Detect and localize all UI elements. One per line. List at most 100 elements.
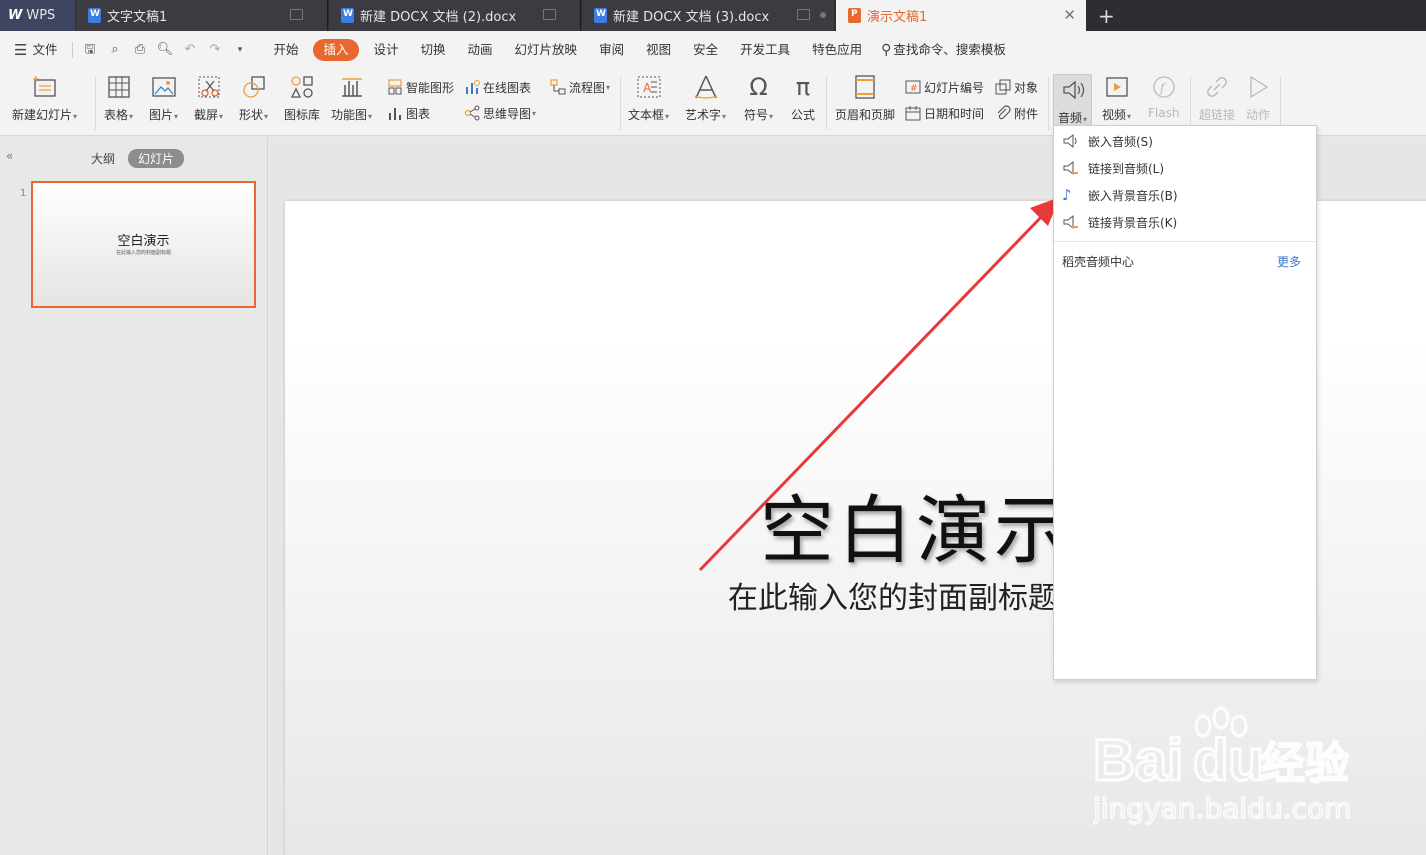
link-audio-label: 链接到音频(L) (1088, 161, 1165, 176)
object-button[interactable]: 对象 (995, 78, 1038, 96)
shape-button[interactable]: 形状▾ (239, 74, 268, 123)
baidu-watermark: Bai du 经验 jingyan.baidu.com (1093, 700, 1413, 830)
audio-button[interactable]: 音频▾ (1053, 74, 1093, 132)
attachment-label: 附件 (1014, 106, 1039, 121)
divider (620, 76, 621, 130)
screenshot-button[interactable]: 截屏▾ (194, 74, 223, 123)
hyperlink-button[interactable]: 超链接 (1199, 74, 1235, 123)
chart-button[interactable]: 图表 (387, 104, 430, 122)
link-icon (1204, 74, 1230, 100)
divider (1190, 76, 1191, 130)
link-bg-music-item[interactable]: 链接背景音乐(K) (1062, 212, 1177, 232)
function-chart-button[interactable]: 功能图▾ (331, 74, 372, 123)
tab-outline[interactable]: 大纲 (91, 150, 115, 167)
wps-home-tab[interactable]: W WPS (0, 0, 75, 31)
customize-toolbar-icon[interactable]: ▾ (231, 43, 248, 57)
picture-button[interactable]: 图片▾ (149, 74, 178, 123)
svg-text:Bai: Bai (1093, 728, 1183, 793)
linked-music-icon (1062, 214, 1080, 230)
menu-animation[interactable]: 动画 (457, 39, 504, 61)
smart-art-button[interactable]: 智能图形 (387, 78, 454, 96)
link-audio-item[interactable]: 链接到音频(L) (1062, 158, 1164, 178)
tab-doc-1[interactable]: 文字文稿1 (76, 0, 328, 31)
menu-view[interactable]: 视图 (635, 39, 682, 61)
file-menu[interactable]: 文件 (27, 39, 68, 61)
date-time-button[interactable]: 日期和时间 (905, 104, 984, 122)
redo-icon[interactable]: ↷ (206, 42, 223, 57)
formula-label: 公式 (790, 108, 815, 122)
tab-presentation-active[interactable]: 演示文稿1 ✕ (836, 0, 1086, 31)
menu-transition[interactable]: 切换 (410, 39, 457, 61)
slide-number-button[interactable]: # 幻灯片编号 (905, 78, 984, 96)
tab-doc-3[interactable]: 新建 DOCX 文档 (3).docx (582, 0, 834, 31)
tab-label: 新建 DOCX 文档 (3).docx (613, 10, 770, 25)
textbox-icon: A (636, 74, 662, 100)
symbol-button[interactable]: Ω 符号▾ (744, 74, 773, 123)
pi-icon: π (795, 73, 811, 101)
date-time-label: 日期和时间 (924, 106, 985, 121)
print-icon[interactable]: ⎙ (131, 42, 148, 57)
menu-features[interactable]: 特色应用 (801, 39, 873, 61)
slide-subtitle[interactable]: 在此输入您的封面副标题 (728, 573, 1058, 617)
shape-label: 形状 (239, 108, 264, 122)
slide-title[interactable]: 空白演示 (760, 471, 1072, 578)
online-chart-icon (464, 79, 480, 95)
menu-home[interactable]: 开始 (262, 39, 309, 61)
embed-audio-label: 嵌入音频(S) (1088, 134, 1153, 149)
wordart-icon (693, 74, 719, 100)
flash-button[interactable]: f Flash (1148, 74, 1179, 120)
menu-design[interactable]: 设计 (363, 39, 410, 61)
baidu-paw-logo: Bai du 经验 jingyan.baidu.com (1093, 706, 1352, 826)
slide-thumbnail[interactable]: 空白演示 在此输入您的封面副标题 (31, 181, 256, 308)
formula-button[interactable]: π 公式 (790, 74, 816, 123)
menu-review[interactable]: 审阅 (588, 39, 635, 61)
flowchart-icon (550, 79, 566, 95)
action-button[interactable]: 动作 (1245, 74, 1271, 123)
table-icon (106, 74, 132, 100)
tab-label: 新建 DOCX 文档 (2).docx (360, 10, 517, 25)
icon-library-icon (289, 74, 315, 100)
slide-number-icon: # (905, 79, 921, 95)
embed-bg-music-item[interactable]: ♪ 嵌入背景音乐(B) (1062, 185, 1178, 205)
scissors-icon (196, 74, 222, 100)
undo-icon[interactable]: ↶ (181, 42, 198, 57)
pin-icon[interactable] (543, 9, 556, 20)
wordart-label: 艺术字 (685, 108, 722, 122)
close-icon[interactable]: ✕ (1063, 6, 1076, 24)
more-link[interactable]: 更多 (1277, 253, 1301, 270)
wps-label: WPS (26, 8, 56, 23)
presentation-doc-icon (848, 8, 861, 23)
pin-icon[interactable] (290, 9, 303, 20)
menu-security[interactable]: 安全 (682, 39, 729, 61)
attachment-button[interactable]: 附件 (995, 104, 1038, 122)
collapse-panel-icon[interactable]: « (6, 149, 13, 163)
function-chart-label: 功能图 (331, 108, 368, 122)
textbox-button[interactable]: A 文本框▾ (628, 74, 669, 123)
embed-audio-item[interactable]: 嵌入音频(S) (1062, 131, 1153, 151)
save-icon[interactable]: 🖫 (81, 42, 98, 57)
action-play-icon (1245, 74, 1271, 100)
search-icon[interactable]: ⚲ (881, 42, 891, 58)
hamburger-icon[interactable]: ☰ (14, 41, 27, 59)
video-button[interactable]: 视频▾ (1102, 74, 1131, 123)
smart-art-icon (387, 79, 403, 95)
menu-insert[interactable]: 插入 (313, 38, 359, 61)
flowchart-button[interactable]: 流程图 ▾ (550, 78, 610, 96)
header-footer-button[interactable]: 页眉和页脚 (835, 74, 895, 123)
command-search[interactable]: 查找命令、搜索模板 (891, 39, 1017, 61)
mind-map-button[interactable]: 思维导图 ▾ (464, 104, 536, 122)
menu-slideshow[interactable]: 幻灯片放映 (504, 39, 589, 61)
svg-text:du: du (1193, 728, 1264, 793)
tab-slides[interactable]: 幻灯片 (128, 149, 185, 168)
table-button[interactable]: 表格▾ (104, 74, 133, 123)
pin-icon[interactable] (797, 9, 810, 20)
new-tab-button[interactable]: + (1098, 0, 1120, 31)
new-slide-button[interactable]: 新建幻灯片▾ (12, 74, 77, 123)
format-painter-icon[interactable]: ⌕ (106, 42, 123, 57)
icon-library-button[interactable]: 图标库 (284, 74, 320, 123)
menu-developer[interactable]: 开发工具 (729, 39, 801, 61)
print-preview-icon[interactable]: 🔍︎ (156, 42, 174, 57)
online-chart-button[interactable]: 在线图表 (464, 78, 531, 96)
tab-doc-2[interactable]: 新建 DOCX 文档 (2).docx (329, 0, 581, 31)
wordart-button[interactable]: 艺术字▾ (685, 74, 726, 123)
